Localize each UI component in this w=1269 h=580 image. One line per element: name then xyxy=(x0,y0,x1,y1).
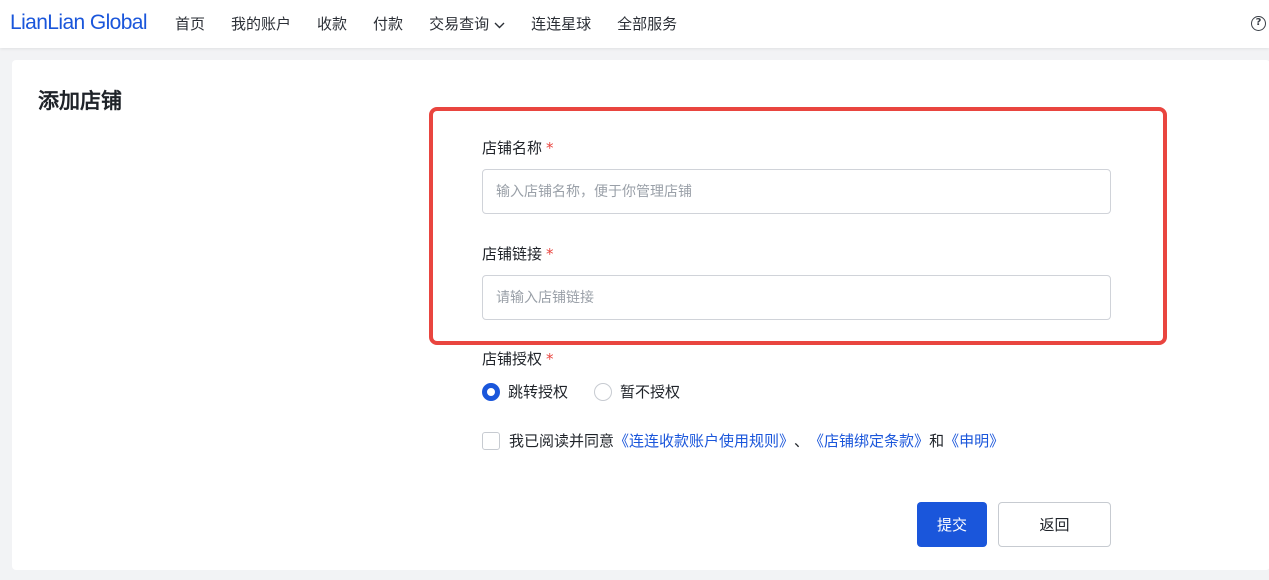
nav-item-pay[interactable]: 付款 xyxy=(373,13,403,34)
shop-link-input[interactable] xyxy=(482,275,1111,320)
page-title: 添加店铺 xyxy=(38,89,122,113)
chevron-down-icon xyxy=(494,15,505,33)
shop-name-input[interactable] xyxy=(482,169,1111,214)
nav-item-my-account[interactable]: 我的账户 xyxy=(231,13,291,34)
required-mark: * xyxy=(546,139,554,157)
shop-auth-radio-group: 跳转授权 暂不授权 xyxy=(482,381,706,402)
nav-item-lianlian-planet[interactable]: 连连星球 xyxy=(531,13,591,34)
shop-link-label: 店铺链接 * xyxy=(482,245,554,263)
shop-auth-label: 店铺授权 * xyxy=(482,350,554,368)
nav-item-all-services[interactable]: 全部服务 xyxy=(617,13,677,34)
submit-button[interactable]: 提交 xyxy=(917,502,987,547)
required-mark: * xyxy=(546,350,554,368)
radio-unchecked-icon[interactable] xyxy=(594,382,613,401)
radio-skip-auth[interactable]: 暂不授权 xyxy=(594,381,680,402)
link-shop-binding-terms[interactable]: 《店铺绑定条款》 xyxy=(809,430,929,451)
question-circle-icon[interactable]: ? xyxy=(1251,16,1266,31)
agreement-row: 我已阅读并同意 《连连收款账户使用规则》 、 《店铺绑定条款》 和 《申明》 xyxy=(482,430,1004,451)
nav-item-home[interactable]: 首页 xyxy=(175,13,205,34)
nav-item-transactions[interactable]: 交易查询 xyxy=(429,13,505,34)
top-navigation-bar: LianLian Global 首页 我的账户 收款 付款 交易查询 连连星球 … xyxy=(0,0,1269,48)
required-mark: * xyxy=(546,245,554,263)
link-account-usage-rules[interactable]: 《连连收款账户使用规则》 xyxy=(614,430,794,451)
lianlian-global-logo[interactable]: LianLian Global xyxy=(10,11,148,35)
back-button[interactable]: 返回 xyxy=(998,502,1111,547)
nav-item-receive[interactable]: 收款 xyxy=(317,13,347,34)
agreement-checkbox[interactable] xyxy=(482,431,500,450)
link-statement[interactable]: 《申明》 xyxy=(944,430,1004,451)
shop-name-label: 店铺名称 * xyxy=(482,139,554,157)
radio-checked-icon[interactable] xyxy=(482,382,500,401)
main-nav: 首页 我的账户 收款 付款 交易查询 连连星球 全部服务 xyxy=(175,13,703,34)
radio-redirect-auth[interactable]: 跳转授权 xyxy=(482,381,568,402)
